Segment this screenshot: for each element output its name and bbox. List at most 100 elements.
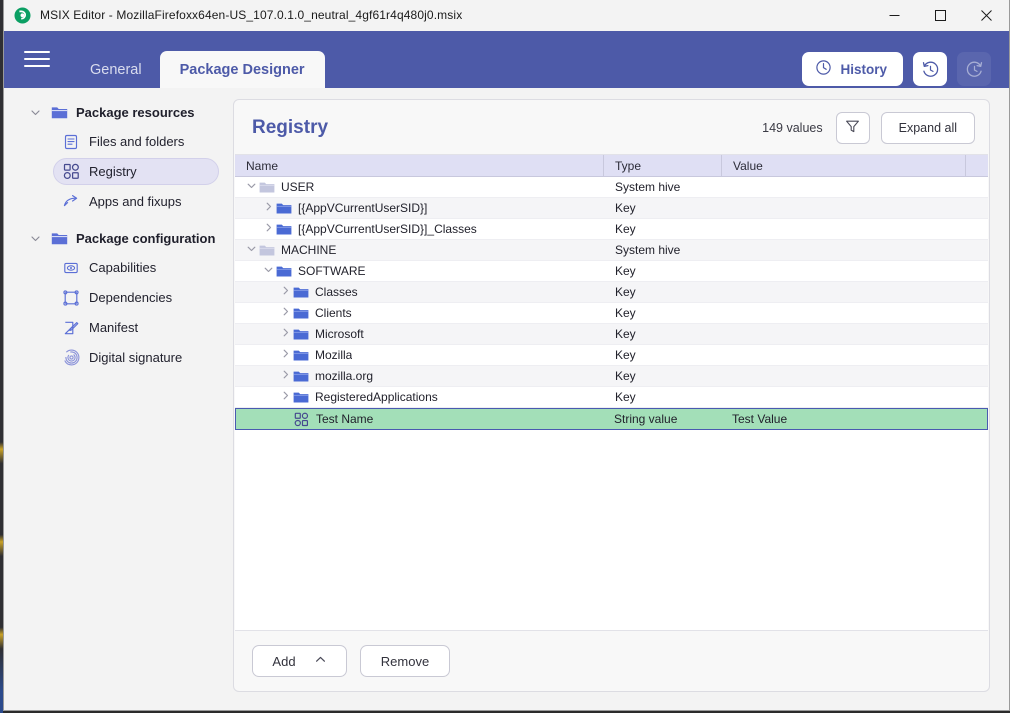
maximize-button[interactable] xyxy=(917,0,963,31)
cell-type: System hive xyxy=(604,240,722,260)
registry-table: Name Type Value USER System hive [{AppVCur… xyxy=(235,154,988,631)
table-row[interactable]: Mozilla Key xyxy=(235,345,988,366)
tab-general[interactable]: General xyxy=(72,52,160,88)
table-row[interactable]: RegisteredApplications Key xyxy=(235,387,988,408)
hamburger-menu-icon[interactable] xyxy=(24,49,50,69)
chevron-right-icon xyxy=(263,201,274,215)
chevron-right-icon xyxy=(280,390,291,404)
remove-button[interactable]: Remove xyxy=(360,645,450,677)
tree-twisty[interactable] xyxy=(279,348,292,362)
cell-name: MACHINE xyxy=(235,240,604,260)
registry-panel-header: Registry 149 values Expand all xyxy=(234,100,989,154)
folder-blue-icon xyxy=(275,202,292,215)
msix-editor-icon xyxy=(14,7,31,24)
registry-blocks-icon xyxy=(293,412,310,427)
table-row[interactable]: [{AppVCurrentUserSID}] Key xyxy=(235,198,988,219)
filter-button[interactable] xyxy=(835,112,870,144)
table-row[interactable]: MACHINE System hive xyxy=(235,240,988,261)
registry-entry-name: [{AppVCurrentUserSID}] xyxy=(298,201,428,215)
cell-name: RegisteredApplications xyxy=(235,387,604,407)
table-row[interactable]: Test Name String value Test Value xyxy=(235,408,988,430)
tree-twisty[interactable] xyxy=(245,243,258,257)
sidebar-group-label: Package configuration xyxy=(76,230,216,246)
table-row[interactable]: SOFTWARE Key xyxy=(235,261,988,282)
sidebar-item-digital-signature[interactable]: Digital signature xyxy=(54,344,219,371)
table-row[interactable]: mozilla.org Key xyxy=(235,366,988,387)
cell-name: [{AppVCurrentUserSID}] xyxy=(235,198,604,218)
tree-twisty[interactable] xyxy=(279,306,292,320)
cell-value xyxy=(722,261,988,281)
column-header-name[interactable]: Name xyxy=(235,154,604,177)
sidebar-item-label: Apps and fixups xyxy=(89,194,182,209)
registry-entry-name: USER xyxy=(281,180,315,194)
tree-twisty[interactable] xyxy=(279,327,292,341)
table-row[interactable]: Microsoft Key xyxy=(235,324,988,345)
column-header-value[interactable]: Value xyxy=(722,154,966,177)
fingerprint-icon xyxy=(62,349,80,367)
cell-type: Key xyxy=(604,219,722,239)
sidebar-item-files-and-folders[interactable]: Files and folders xyxy=(54,128,219,155)
body-area: Package resources Files and folders Regi… xyxy=(4,88,1009,710)
tree-twisty[interactable] xyxy=(279,369,292,383)
folder-icon xyxy=(50,103,68,121)
undo-clock-icon[interactable] xyxy=(913,52,947,86)
sidebar-group-package-configuration[interactable]: Package configuration xyxy=(26,225,219,251)
window-controls xyxy=(871,0,1009,31)
tree-twisty[interactable] xyxy=(262,222,275,236)
cell-type: String value xyxy=(603,409,721,429)
table-body: USER System hive [{AppVCurrentUserSID}] Key… xyxy=(235,177,988,630)
folder-icon xyxy=(50,229,68,247)
sidebar-item-label: Registry xyxy=(89,164,137,179)
tab-general-label: General xyxy=(90,62,142,78)
filter-funnel-icon xyxy=(845,119,860,137)
close-button[interactable] xyxy=(963,0,1009,31)
chevron-down-icon xyxy=(30,107,42,118)
sidebar-item-capabilities[interactable]: Capabilities xyxy=(54,254,219,281)
cell-value: Test Value xyxy=(721,409,987,429)
registry-entry-name: Clients xyxy=(315,306,352,320)
table-row[interactable]: Clients Key xyxy=(235,303,988,324)
tree-twisty[interactable] xyxy=(262,201,275,215)
tree-twisty[interactable] xyxy=(245,180,258,194)
sidebar-item-manifest[interactable]: Manifest xyxy=(54,314,219,341)
msix-editor-window: MSIX Editor - MozillaFirefoxx64en-US_107… xyxy=(3,0,1010,711)
tree-twisty[interactable] xyxy=(279,285,292,299)
sidebar-group-package-resources[interactable]: Package resources xyxy=(26,99,219,125)
sidebar-item-registry[interactable]: Registry xyxy=(53,158,219,185)
sidebar-item-dependencies[interactable]: Dependencies xyxy=(54,284,219,311)
cell-name: Mozilla xyxy=(235,345,604,365)
folder-blue-icon xyxy=(292,286,309,299)
folder-grey-icon xyxy=(258,181,275,194)
tab-strip: General Package Designer xyxy=(72,31,325,88)
chevron-right-icon xyxy=(280,327,291,341)
registry-entry-name: SOFTWARE xyxy=(298,264,366,278)
title-bar: MSIX Editor - MozillaFirefoxx64en-US_107… xyxy=(4,0,1009,31)
chevron-right-icon xyxy=(280,348,291,362)
cell-value xyxy=(722,303,988,323)
cell-name: [{AppVCurrentUserSID}]_Classes xyxy=(235,219,604,239)
tree-twisty[interactable] xyxy=(262,264,275,278)
table-row[interactable]: Classes Key xyxy=(235,282,988,303)
chevron-right-icon xyxy=(263,222,274,236)
cell-name: SOFTWARE xyxy=(235,261,604,281)
registry-entry-type: String value xyxy=(614,412,678,426)
tab-package-designer[interactable]: Package Designer xyxy=(159,51,325,88)
cell-value xyxy=(722,324,988,344)
registry-panel-footer: Add Remove xyxy=(234,631,989,691)
sidebar-item-apps-and-fixups[interactable]: Apps and fixups xyxy=(54,188,219,215)
registry-entry-type: Key xyxy=(615,285,636,299)
sidebar-item-label: Dependencies xyxy=(89,290,173,305)
expand-all-button[interactable]: Expand all xyxy=(880,112,975,144)
column-header-type[interactable]: Type xyxy=(604,154,722,177)
registry-entry-name: RegisteredApplications xyxy=(315,390,438,404)
table-row[interactable]: [{AppVCurrentUserSID}]_Classes Key xyxy=(235,219,988,240)
cell-value xyxy=(722,240,988,260)
table-row[interactable]: USER System hive xyxy=(235,177,988,198)
minimize-button[interactable] xyxy=(871,0,917,31)
chevron-down-icon xyxy=(246,243,257,257)
registry-entry-name: Mozilla xyxy=(315,348,353,362)
add-button[interactable]: Add xyxy=(252,645,347,677)
history-button[interactable]: History xyxy=(802,52,903,86)
tree-twisty[interactable] xyxy=(279,390,292,404)
registry-entry-type: Key xyxy=(615,327,636,341)
